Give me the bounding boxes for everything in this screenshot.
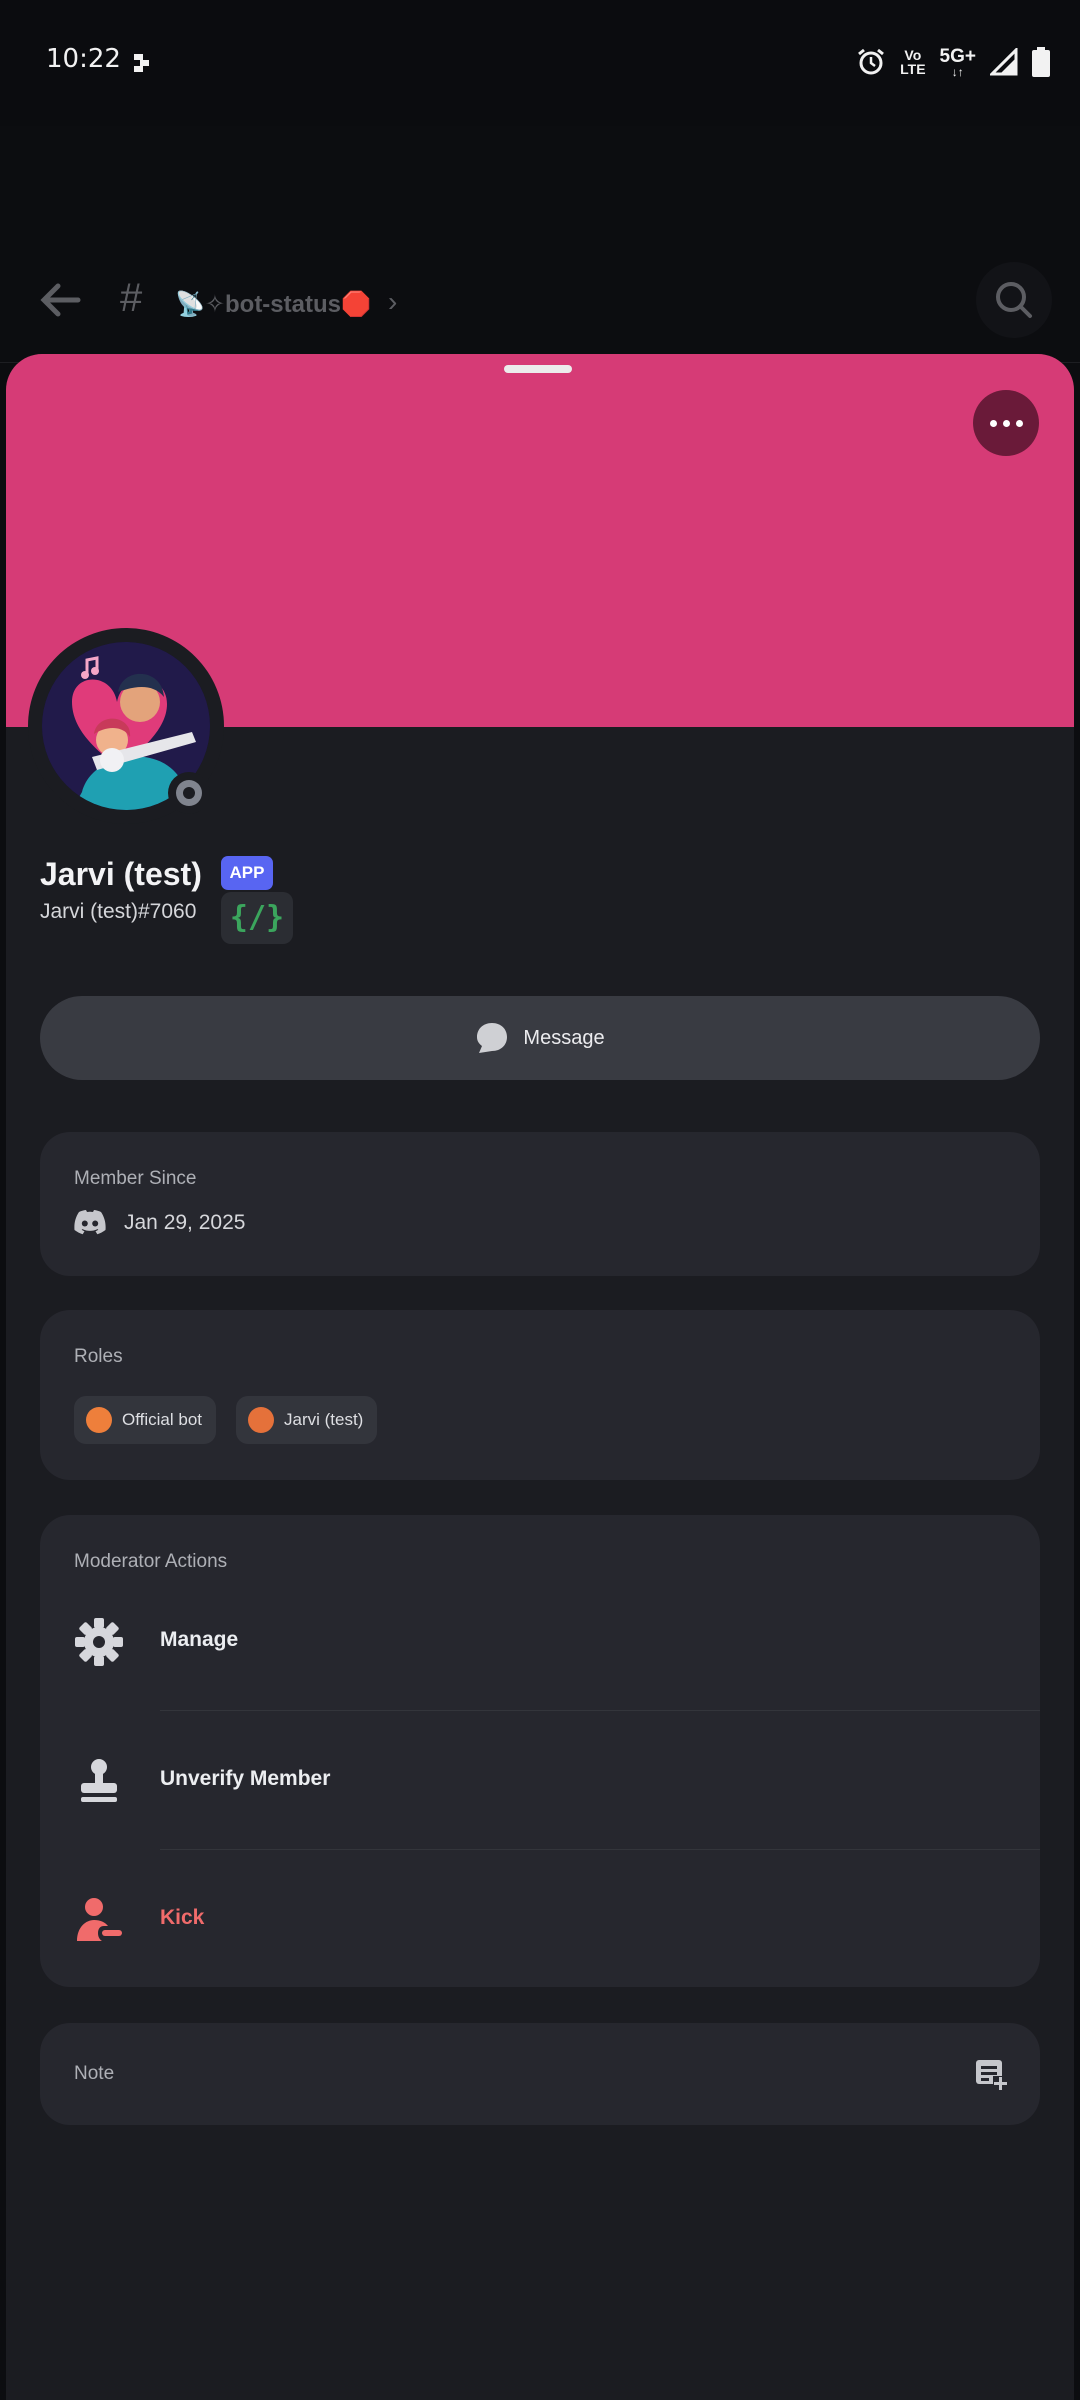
battery-icon <box>1032 47 1050 77</box>
divider <box>160 1849 1040 1850</box>
manage-action[interactable]: Manage <box>40 1573 1040 1711</box>
member-since-card: Member Since Jan 29, 2025 <box>40 1132 1040 1276</box>
note-title: Note <box>74 2063 115 2084</box>
display-name: Jarvi (test) <box>40 856 202 892</box>
manage-label: Manage <box>160 1628 239 1651</box>
status-time: 10:22 <box>46 44 121 74</box>
channel-hash-icon: # <box>120 276 143 320</box>
roles-card: Roles Official bot Jarvi (test) <box>40 1310 1040 1480</box>
stamp-icon <box>81 1759 117 1802</box>
notification-icon <box>134 54 149 72</box>
member-since-date: Jan 29, 2025 <box>124 1211 246 1234</box>
channel-header-background: # 📡✧bot-status🛑 › # <box>0 126 1080 548</box>
more-options-button[interactable] <box>973 390 1039 456</box>
add-note-icon[interactable] <box>974 2057 1008 2091</box>
role-label: Official bot <box>122 1410 203 1429</box>
moderator-actions-card: Moderator Actions Manage Unverify Member… <box>40 1515 1040 1987</box>
signal-icon <box>990 48 1018 76</box>
more-dot-icon <box>1015 419 1023 427</box>
role-color-dot <box>248 1407 274 1433</box>
message-button-label: Message <box>523 1026 605 1049</box>
kick-action[interactable]: Kick <box>40 1851 1040 1989</box>
slash-commands-badge[interactable]: {/} <box>221 892 293 944</box>
gear-icon <box>75 1618 123 1666</box>
kick-label: Kick <box>160 1906 205 1929</box>
member-since-title: Member Since <box>74 1168 197 1189</box>
more-dot-icon <box>989 419 997 427</box>
note-card[interactable]: Note <box>40 2023 1040 2125</box>
sheet-drag-handle[interactable] <box>504 365 572 373</box>
unverify-member-action[interactable]: Unverify Member <box>40 1712 1040 1850</box>
role-chip[interactable]: Official bot <box>74 1396 217 1444</box>
profile-sheet: Jarvi (test) APP Jarvi (test)#7060 {/} M… <box>6 354 1074 2400</box>
app-badge: APP <box>221 856 273 890</box>
discord-logo-icon <box>74 1210 106 1235</box>
roles-title: Roles <box>74 1346 123 1367</box>
back-arrow-icon <box>40 283 81 317</box>
status-bar: 10:22 Vo LTE 5G+ ↓↑ <box>0 0 1080 126</box>
role-chip[interactable]: Jarvi (test) <box>236 1396 378 1444</box>
chat-bubble-icon <box>477 1023 508 1053</box>
unverify-member-label: Unverify Member <box>160 1767 331 1790</box>
divider <box>160 1710 1040 1711</box>
message-button[interactable]: Message <box>40 996 1040 1080</box>
chevron-right-icon: › <box>388 286 398 317</box>
username: Jarvi (test)#7060 <box>40 900 197 923</box>
volte-icon: Vo LTE <box>900 47 926 77</box>
role-label: Jarvi (test) <box>284 1410 364 1429</box>
kick-user-icon <box>77 1898 122 1941</box>
channel-name: 📡✧bot-status🛑 <box>175 291 371 318</box>
search-button <box>976 262 1052 338</box>
role-color-dot <box>86 1407 112 1433</box>
more-dot-icon <box>1002 419 1010 427</box>
offline-status-indicator <box>168 772 210 814</box>
network-type-indicator: 5G+ ↓↑ <box>939 46 976 79</box>
search-icon <box>996 282 1032 318</box>
alarm-icon <box>858 48 885 75</box>
moderator-actions-title: Moderator Actions <box>74 1551 228 1572</box>
